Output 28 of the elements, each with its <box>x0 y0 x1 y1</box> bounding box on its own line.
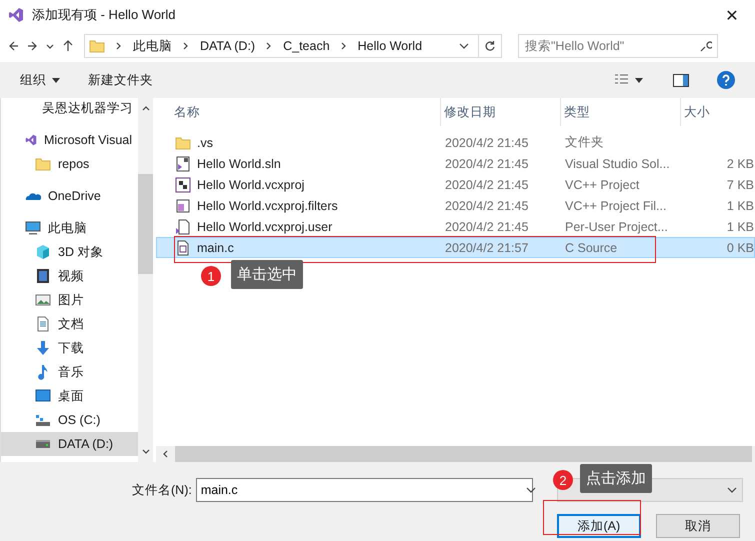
table-cell-text: 2020/4/2 21:45 <box>444 134 530 152</box>
annotation-tooltip: 点击添加 <box>580 464 652 493</box>
table-cell-text: VC++ Project <box>564 176 640 194</box>
table-cell: Hello World.sln <box>172 154 442 173</box>
table-cell-text: 2020/4/2 21:57 <box>444 240 530 256</box>
table-cell: Hello World.vcxproj.filters <box>172 196 442 215</box>
table-cell-text: 0 KB <box>726 240 754 256</box>
table-cell-text: C Source <box>564 240 618 256</box>
step-badge: 1 <box>201 266 221 286</box>
table-cell-text: 2020/4/2 21:45 <box>444 198 530 214</box>
table-cell-text: VC++ Project Fil... <box>564 198 668 215</box>
window-title: 添加现有项 - Hello World <box>32 6 177 24</box>
table-cell-text: 2020/4/2 21:45 <box>444 218 530 236</box>
table-cell-text: 1 KB <box>726 218 754 236</box>
table-cell-text: Per-User Project... <box>564 218 669 236</box>
filename-label: 文件名(N): <box>132 482 192 498</box>
table-cell-text: 1 KB <box>726 198 754 214</box>
table-cell: .vs <box>172 133 442 152</box>
table-cell: main.c <box>172 238 442 257</box>
table-cell-text: 文件夹 <box>564 134 605 151</box>
table-cell-text: 7 KB <box>726 176 754 194</box>
table-cell-text: 2 KB <box>726 156 754 172</box>
table-cell-text: 2020/4/2 21:45 <box>444 176 530 194</box>
table-cell-text: Visual Studio Sol... <box>564 156 671 172</box>
table-cell: Hello World.vcxproj.user <box>172 217 442 236</box>
table-cell-text: 2020/4/2 21:45 <box>444 156 530 172</box>
annotation-tooltip: 单击选中 <box>231 260 303 289</box>
table-cell: Hello World.vcxproj <box>172 175 442 194</box>
